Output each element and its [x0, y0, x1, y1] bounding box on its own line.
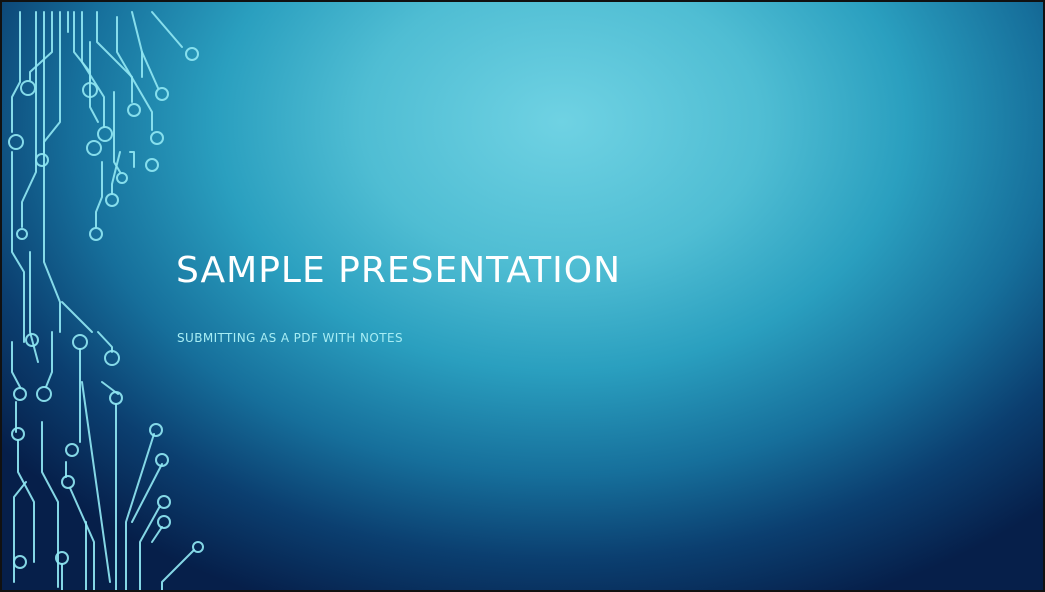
slide-title: SAMPLE PRESENTATION — [176, 250, 622, 291]
circuit-lines-icon — [8, 11, 204, 590]
slide-subtitle: SUBMITTING AS A PDF WITH NOTES — [177, 331, 403, 345]
slide-canvas: SAMPLE PRESENTATION SUBMITTING AS A PDF … — [0, 0, 1045, 592]
